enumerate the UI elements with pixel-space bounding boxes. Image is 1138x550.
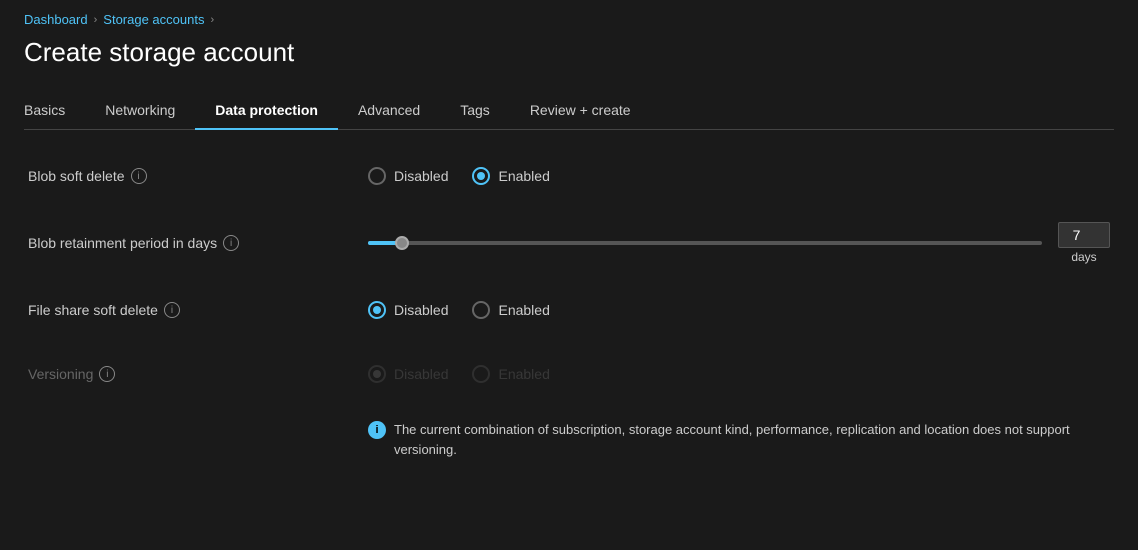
- file-share-soft-delete-row: File share soft delete i Disabled Enable…: [28, 292, 1110, 328]
- blob-soft-delete-text: Blob soft delete: [28, 168, 125, 184]
- versioning-disabled-label: Disabled: [394, 366, 448, 382]
- tab-review-create[interactable]: Review + create: [510, 92, 651, 130]
- breadcrumb-storage-accounts[interactable]: Storage accounts: [103, 12, 204, 27]
- blob-retention-days-label: days: [1071, 250, 1096, 264]
- blob-retention-label: Blob retainment period in days i: [28, 235, 368, 251]
- blob-retention-slider-container: days: [368, 222, 1110, 264]
- blob-soft-delete-enabled-label: Enabled: [498, 168, 549, 184]
- blob-retention-info-icon[interactable]: i: [223, 235, 239, 251]
- tab-tags[interactable]: Tags: [440, 92, 510, 130]
- content-area: Blob soft delete i Disabled Enabled: [24, 158, 1114, 459]
- file-share-disabled-radio[interactable]: [368, 301, 386, 319]
- breadcrumb-separator-2: ›: [210, 14, 214, 26]
- blob-soft-delete-enabled-radio-inner: [477, 172, 485, 180]
- blob-soft-delete-info-icon[interactable]: i: [131, 168, 147, 184]
- page-title: Create storage account: [24, 37, 1114, 68]
- versioning-enabled-radio: [472, 365, 490, 383]
- versioning-disabled-option: Disabled: [368, 365, 448, 383]
- blob-soft-delete-enabled-radio[interactable]: [472, 167, 490, 185]
- file-share-enabled-option[interactable]: Enabled: [472, 301, 549, 319]
- file-share-disabled-radio-inner: [373, 306, 381, 314]
- tabs-container: Basics Networking Data protection Advanc…: [24, 92, 1114, 130]
- days-input-container: days: [1058, 222, 1110, 264]
- blob-soft-delete-enabled-option[interactable]: Enabled: [472, 167, 549, 185]
- versioning-notice: i The current combination of subscriptio…: [368, 420, 1110, 459]
- versioning-disabled-radio-inner: [373, 370, 381, 378]
- blob-retention-slider-track[interactable]: [368, 241, 1042, 245]
- blob-soft-delete-disabled-option[interactable]: Disabled: [368, 167, 448, 185]
- blob-retention-row: Blob retainment period in days i days: [28, 222, 1110, 264]
- versioning-text: Versioning: [28, 366, 93, 382]
- blob-retention-slider-thumb[interactable]: [395, 236, 409, 250]
- file-share-soft-delete-options: Disabled Enabled: [368, 301, 550, 319]
- tab-basics[interactable]: Basics: [24, 92, 85, 130]
- breadcrumb-dashboard[interactable]: Dashboard: [24, 12, 88, 27]
- tab-advanced[interactable]: Advanced: [338, 92, 440, 130]
- blob-retention-days-input[interactable]: [1058, 222, 1110, 248]
- versioning-notice-icon: i: [368, 421, 386, 439]
- versioning-options: Disabled Enabled: [368, 365, 550, 383]
- file-share-soft-delete-info-icon[interactable]: i: [164, 302, 180, 318]
- versioning-disabled-radio: [368, 365, 386, 383]
- blob-soft-delete-label: Blob soft delete i: [28, 168, 368, 184]
- blob-soft-delete-disabled-radio[interactable]: [368, 167, 386, 185]
- blob-soft-delete-options: Disabled Enabled: [368, 167, 550, 185]
- breadcrumb: Dashboard › Storage accounts ›: [24, 12, 1114, 27]
- breadcrumb-separator-1: ›: [94, 14, 98, 26]
- file-share-soft-delete-text: File share soft delete: [28, 302, 158, 318]
- versioning-enabled-option: Enabled: [472, 365, 549, 383]
- versioning-row: Versioning i Disabled Enabled: [28, 356, 1110, 392]
- file-share-soft-delete-label: File share soft delete i: [28, 302, 368, 318]
- versioning-label: Versioning i: [28, 366, 368, 382]
- page-container: Dashboard › Storage accounts › Create st…: [0, 0, 1138, 550]
- versioning-info-icon[interactable]: i: [99, 366, 115, 382]
- blob-soft-delete-row: Blob soft delete i Disabled Enabled: [28, 158, 1110, 194]
- file-share-disabled-option[interactable]: Disabled: [368, 301, 448, 319]
- blob-soft-delete-disabled-label: Disabled: [394, 168, 448, 184]
- versioning-enabled-label: Enabled: [498, 366, 549, 382]
- file-share-enabled-radio[interactable]: [472, 301, 490, 319]
- tab-data-protection[interactable]: Data protection: [195, 92, 338, 130]
- file-share-disabled-label: Disabled: [394, 302, 448, 318]
- file-share-enabled-label: Enabled: [498, 302, 549, 318]
- blob-retention-text: Blob retainment period in days: [28, 235, 217, 251]
- tab-networking[interactable]: Networking: [85, 92, 195, 130]
- versioning-notice-text: The current combination of subscription,…: [394, 420, 1074, 459]
